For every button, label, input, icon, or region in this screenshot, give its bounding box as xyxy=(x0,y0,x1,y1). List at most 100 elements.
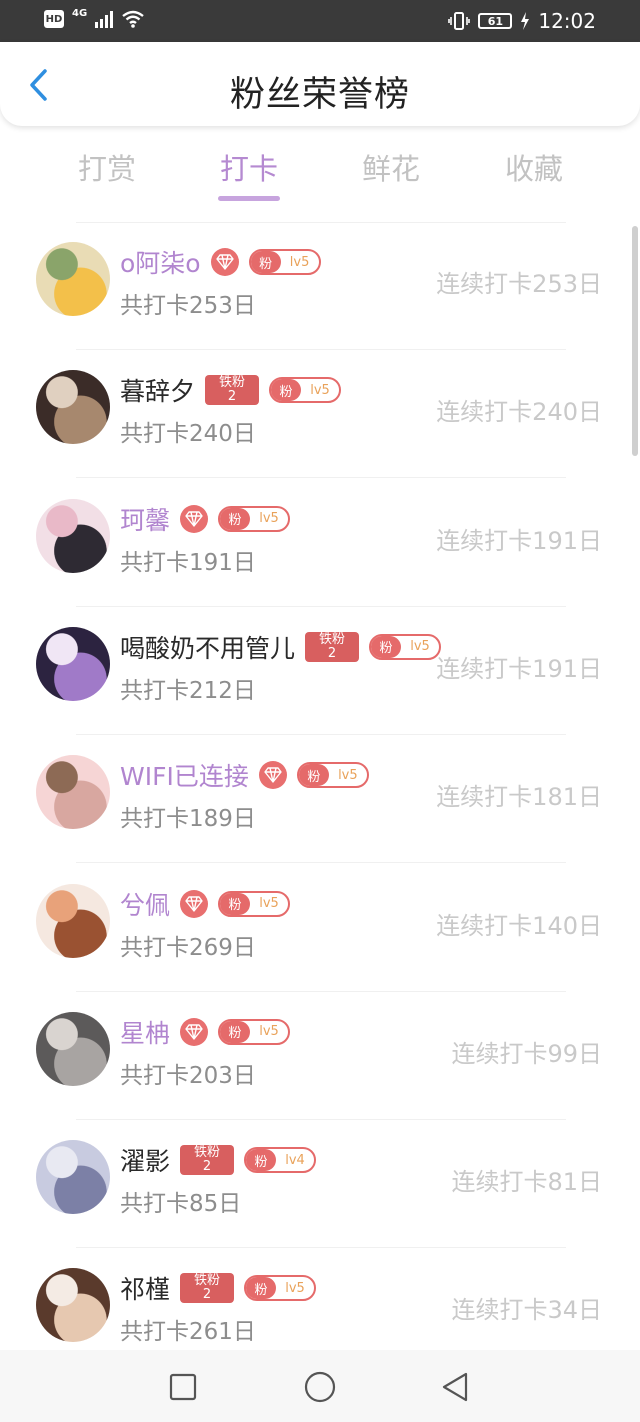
level-label: lv5 xyxy=(259,896,279,911)
triangle-back-icon xyxy=(442,1372,468,1402)
fan-label: 粉 xyxy=(271,379,302,402)
name-line: 祁槿 铁粉 2 粉 lv5 xyxy=(120,1270,317,1306)
fan-level-badge: 粉 lv4 xyxy=(244,1147,317,1174)
tab-checkin[interactable]: 打卡 xyxy=(189,146,309,188)
streak-checkins: 连续打卡181日 xyxy=(436,783,602,812)
username[interactable]: 暮辞夕 xyxy=(120,372,195,408)
signal-icon xyxy=(95,10,114,28)
charging-icon xyxy=(521,12,530,30)
avatar[interactable] xyxy=(36,370,110,445)
username[interactable]: o阿柒o xyxy=(120,244,201,280)
level-label: lv5 xyxy=(285,1280,305,1296)
streak-checkins: 连续打卡81日 xyxy=(451,1168,602,1197)
avatar[interactable] xyxy=(36,1140,110,1215)
avatar[interactable] xyxy=(36,498,110,573)
total-checkins: 共打卡203日 xyxy=(120,1062,256,1089)
streak-checkins: 连续打卡191日 xyxy=(436,654,602,683)
iron-fan-badge: 铁粉 2 xyxy=(180,1273,235,1304)
list-item[interactable]: 兮佩 粉 lv5 共打卡269日 连续打卡140日 xyxy=(0,864,640,992)
list-item[interactable]: 喝酸奶不用管儿 铁粉 2 粉 lv5 共打卡212日 连续打卡191日 xyxy=(0,607,640,735)
fan-label: 粉 xyxy=(220,507,251,530)
name-line: 濯影 铁粉 2 粉 lv4 xyxy=(120,1142,317,1178)
tab-flowers[interactable]: 鲜花 xyxy=(331,146,451,188)
iron-fan-number: 2 xyxy=(327,645,337,661)
list-item[interactable]: 暮辞夕 铁粉 2 粉 lv5 共打卡240日 连续打卡240日 xyxy=(0,350,640,479)
username[interactable]: 祁槿 xyxy=(120,1270,170,1306)
avatar[interactable] xyxy=(36,242,110,316)
streak-checkins: 连续打卡99日 xyxy=(451,1039,602,1068)
username[interactable]: 珂馨 xyxy=(120,501,170,537)
vibrate-icon xyxy=(448,12,471,30)
system-nav-bar xyxy=(0,1350,640,1422)
scrollbar[interactable] xyxy=(632,226,638,456)
username[interactable]: 星柟 xyxy=(120,1014,170,1050)
streak-checkins: 连续打卡191日 xyxy=(436,526,602,555)
list-item[interactable]: 濯影 铁粉 2 粉 lv4 共打卡85日 连续打卡81日 xyxy=(0,1120,640,1249)
wifi-icon xyxy=(122,10,144,28)
avatar[interactable] xyxy=(36,626,110,701)
fan-label: 粉 xyxy=(246,1149,277,1172)
recents-button[interactable] xyxy=(166,1370,200,1404)
status-right: 61 12:02 xyxy=(448,9,596,33)
name-line: 兮佩 粉 lv5 xyxy=(120,886,291,922)
list-item[interactable]: 星柟 粉 lv5 共打卡203日 连续打卡99日 xyxy=(0,992,640,1120)
network-type: 4G xyxy=(72,7,88,19)
avatar[interactable] xyxy=(36,1011,110,1086)
level-label: lv4 xyxy=(285,1152,305,1168)
streak-checkins: 连续打卡240日 xyxy=(436,398,602,427)
fan-label: 粉 xyxy=(298,764,329,787)
fan-label: 粉 xyxy=(220,892,251,915)
iron-fan-number: 2 xyxy=(202,1287,212,1303)
home-button[interactable] xyxy=(303,1370,337,1404)
name-line: WIFI已连接 粉 lv5 xyxy=(120,757,369,793)
fan-level-badge: 粉 lv5 xyxy=(296,762,369,789)
list-item[interactable]: 珂馨 粉 lv5 共打卡191日 连续打卡191日 xyxy=(0,479,640,607)
username[interactable]: 兮佩 xyxy=(120,886,170,922)
name-line: 珂馨 粉 lv5 xyxy=(120,501,291,537)
avatar[interactable] xyxy=(36,755,110,830)
total-checkins: 共打卡191日 xyxy=(120,549,256,576)
level-label: lv5 xyxy=(259,1024,279,1040)
username[interactable]: WIFI已连接 xyxy=(120,757,249,793)
avatar[interactable] xyxy=(36,883,110,958)
list-item[interactable]: o阿柒o 粉 lv5 共打卡253日 连续打卡253日 xyxy=(0,222,640,350)
total-checkins: 共打卡269日 xyxy=(120,934,256,961)
fan-label: 粉 xyxy=(246,1277,277,1300)
list-item[interactable]: WIFI已连接 粉 lv5 共打卡189日 连续打卡181日 xyxy=(0,735,640,864)
fan-level-badge: 粉 lv5 xyxy=(218,890,291,917)
fan-level-badge: 粉 lv5 xyxy=(244,1275,317,1302)
total-checkins: 共打卡240日 xyxy=(120,421,256,448)
iron-fan-label: 铁粉 xyxy=(319,631,346,647)
streak-checkins: 连续打卡140日 xyxy=(436,911,602,940)
fan-label: 粉 xyxy=(220,1020,251,1043)
tab-reward[interactable]: 打赏 xyxy=(47,146,167,188)
page-title: 粉丝荣誉榜 xyxy=(229,75,410,115)
nav-back-button[interactable] xyxy=(438,1370,472,1404)
iron-fan-label: 铁粉 xyxy=(194,1145,221,1161)
iron-fan-label: 铁粉 xyxy=(194,1273,221,1289)
fan-level-badge: 粉 lv5 xyxy=(218,1018,291,1045)
fan-level-badge: 粉 lv5 xyxy=(218,505,291,532)
clock: 12:02 xyxy=(538,9,596,33)
active-tab-indicator xyxy=(218,196,280,201)
level-label: lv5 xyxy=(310,382,330,398)
tab-bar: 打赏 打卡 鲜花 收藏 xyxy=(0,140,640,206)
username[interactable]: 濯影 xyxy=(120,1142,170,1178)
name-line: 暮辞夕 铁粉 2 粉 lv5 xyxy=(120,372,342,408)
total-checkins: 共打卡189日 xyxy=(120,806,256,833)
level-label: lv5 xyxy=(259,511,279,527)
avatar[interactable] xyxy=(36,1268,110,1343)
diamond-badge-icon xyxy=(180,889,209,918)
username[interactable]: 喝酸奶不用管儿 xyxy=(120,629,295,665)
iron-fan-number: 2 xyxy=(202,1159,212,1175)
fan-level-badge: 粉 lv5 xyxy=(248,249,321,275)
streak-checkins: 连续打卡253日 xyxy=(436,270,602,298)
status-left: HD 4G xyxy=(44,7,145,28)
tab-favorites[interactable]: 收藏 xyxy=(474,146,594,188)
battery-icon: 61 xyxy=(478,13,513,29)
name-line: o阿柒o 粉 lv5 xyxy=(120,244,321,280)
name-line: 星柟 粉 lv5 xyxy=(120,1014,291,1050)
total-checkins: 共打卡253日 xyxy=(120,293,256,319)
total-checkins: 共打卡261日 xyxy=(120,1319,256,1346)
level-label: lv5 xyxy=(289,254,310,270)
